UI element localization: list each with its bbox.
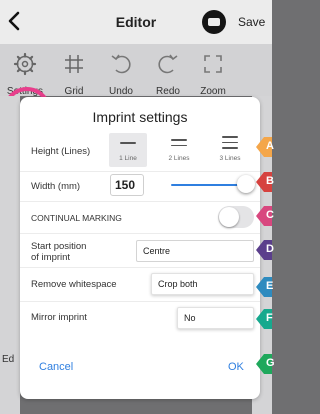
zoom-button[interactable]: Zoom xyxy=(188,44,238,97)
save-icon[interactable] xyxy=(202,10,226,34)
callout-letter: B xyxy=(266,175,274,187)
start-position-label-line2: of imprint xyxy=(31,252,71,263)
undo-icon xyxy=(111,54,131,74)
callout-tag-e: E xyxy=(256,277,273,297)
grid-button[interactable]: Grid xyxy=(49,44,99,97)
height-option-1-line[interactable]: 1 Line xyxy=(109,133,147,167)
height-option-label: 3 Lines xyxy=(219,155,241,162)
width-label: Width (mm) xyxy=(31,181,81,192)
callout-letter: G xyxy=(266,357,275,369)
divider xyxy=(20,267,260,268)
callout-tag-c: C xyxy=(256,206,274,226)
background-panel-left xyxy=(0,96,20,414)
continual-marking-toggle[interactable] xyxy=(218,206,254,228)
divider xyxy=(20,201,260,202)
ok-button[interactable]: OK xyxy=(228,361,244,373)
start-position-select[interactable]: Centre xyxy=(136,240,254,262)
grid-label: Grid xyxy=(64,86,84,97)
continual-marking-label: CONTINUAL MARKING xyxy=(31,213,122,223)
top-bar: Editor Save xyxy=(0,0,272,44)
undo-button[interactable]: Undo xyxy=(96,44,146,97)
start-position-label: Start position of imprint xyxy=(31,241,86,263)
callout-letter: F xyxy=(266,312,273,324)
callout-tag-f: F xyxy=(256,309,273,329)
callout-letter: C xyxy=(266,209,274,221)
height-label: Height (Lines) xyxy=(31,146,91,157)
divider xyxy=(20,233,260,234)
gear-icon xyxy=(13,52,37,76)
three-lines-icon xyxy=(222,136,238,153)
callout-tag-a: A xyxy=(256,137,274,157)
width-input[interactable]: 150 xyxy=(110,174,144,196)
one-line-icon xyxy=(120,142,136,148)
width-slider-track[interactable] xyxy=(171,184,247,186)
callout-tag-d: D xyxy=(256,240,274,260)
divider xyxy=(20,301,260,302)
divider xyxy=(20,171,260,172)
editor-toolbar: Settings Grid Undo Redo Zoom xyxy=(0,44,272,135)
start-position-label-line1: Start position xyxy=(31,241,87,252)
height-option-3-lines[interactable]: 3 Lines xyxy=(211,133,249,167)
callout-letter: E xyxy=(266,280,274,292)
remove-whitespace-label: Remove whitespace xyxy=(31,279,117,290)
callout-letter: D xyxy=(266,243,274,255)
background-edit-label: Ed xyxy=(2,354,15,365)
save-button[interactable]: Save xyxy=(238,15,265,29)
redo-icon xyxy=(158,54,178,74)
mirror-imprint-select[interactable]: No xyxy=(177,307,254,329)
undo-label: Undo xyxy=(109,86,133,97)
mirror-imprint-label: Mirror imprint xyxy=(31,312,87,323)
dialog-title: Imprint settings xyxy=(92,109,188,125)
callout-tag-b: B xyxy=(256,172,274,192)
page-title: Editor xyxy=(115,14,157,30)
cancel-button[interactable]: Cancel xyxy=(39,361,73,373)
toggle-knob xyxy=(219,207,239,227)
callout-letter: A xyxy=(266,140,274,152)
remove-whitespace-select[interactable]: Crop both xyxy=(151,273,254,295)
width-slider-thumb[interactable] xyxy=(237,175,255,193)
redo-label: Redo xyxy=(156,86,180,97)
grid-icon xyxy=(65,55,83,73)
height-option-label: 1 Line xyxy=(119,155,137,162)
imprint-settings-dialog: Imprint settings Height (Lines) 1 Line 2… xyxy=(20,97,260,399)
zoom-label: Zoom xyxy=(200,86,226,97)
two-lines-icon xyxy=(171,139,187,150)
zoom-frame-icon xyxy=(204,55,222,73)
height-option-2-lines[interactable]: 2 Lines xyxy=(160,133,198,167)
height-option-label: 2 Lines xyxy=(168,155,190,162)
redo-button[interactable]: Redo xyxy=(143,44,193,97)
callout-tag-g: G xyxy=(256,354,275,374)
